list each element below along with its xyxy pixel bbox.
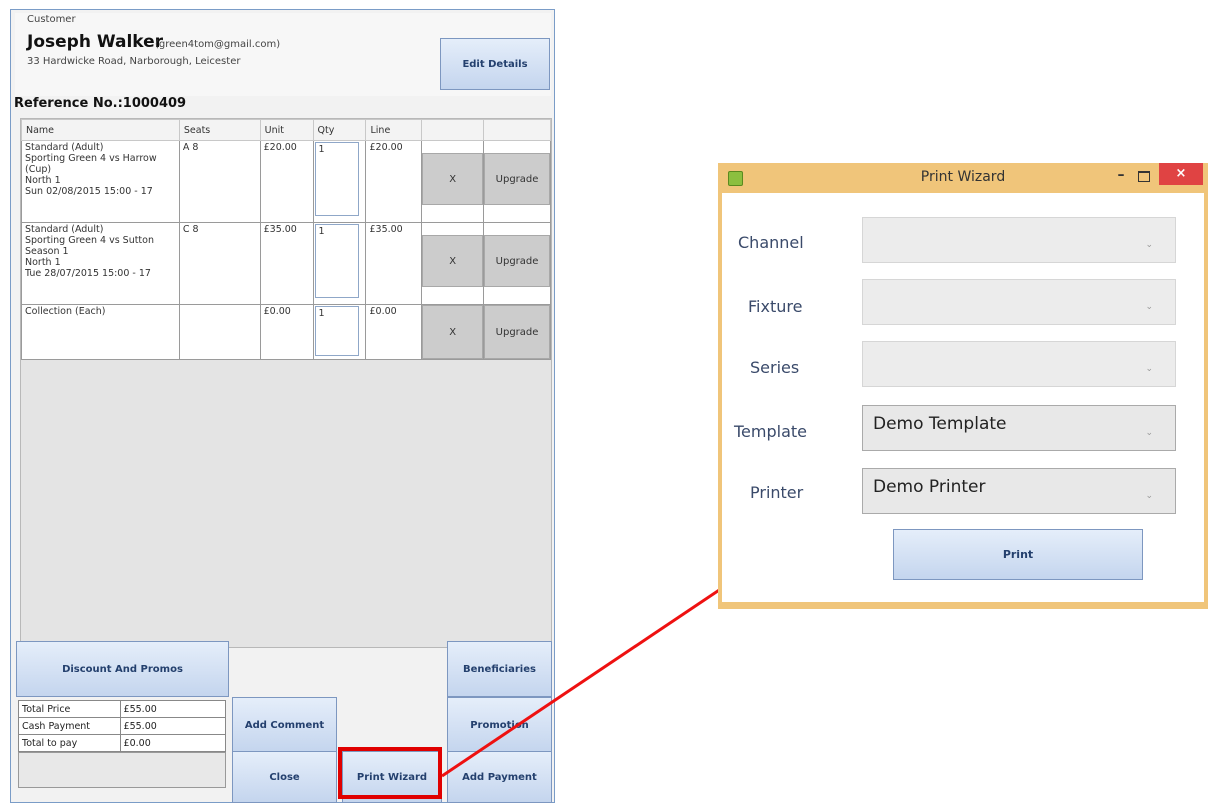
template-value: Demo Template: [873, 414, 1007, 434]
wizard-body: Channel ⌄ Fixture ⌄ Series ⌄ Template De…: [722, 193, 1204, 602]
printer-select[interactable]: Demo Printer ⌄: [862, 468, 1176, 514]
arrow-line: [441, 562, 759, 778]
printer-value: Demo Printer: [873, 477, 986, 497]
series-label: Series: [750, 358, 800, 377]
print-wizard-window: Print Wizard – × Channel ⌄ Fixture ⌄ Ser…: [718, 163, 1208, 609]
printer-label: Printer: [750, 483, 804, 502]
template-select[interactable]: Demo Template ⌄: [862, 405, 1176, 451]
close-icon[interactable]: ×: [1159, 163, 1203, 185]
print-button[interactable]: Print: [893, 529, 1143, 580]
dropdown-arrow-icon: ⌄: [1145, 240, 1153, 250]
maximize-icon[interactable]: [1138, 171, 1150, 182]
fixture-select[interactable]: ⌄: [862, 279, 1176, 325]
channel-label: Channel: [738, 233, 804, 252]
dropdown-arrow-icon: ⌄: [1145, 364, 1153, 374]
series-select[interactable]: ⌄: [862, 341, 1176, 387]
fixture-label: Fixture: [748, 297, 803, 316]
channel-select[interactable]: ⌄: [862, 217, 1176, 263]
window-title: Print Wizard: [920, 169, 1006, 185]
dropdown-arrow-icon: ⌄: [1145, 491, 1153, 501]
template-label: Template: [734, 422, 808, 441]
minimize-icon[interactable]: –: [1111, 167, 1131, 185]
dropdown-arrow-icon: ⌄: [1145, 302, 1153, 312]
title-bar: Print Wizard – ×: [718, 163, 1208, 193]
dropdown-arrow-icon: ⌄: [1145, 428, 1153, 438]
